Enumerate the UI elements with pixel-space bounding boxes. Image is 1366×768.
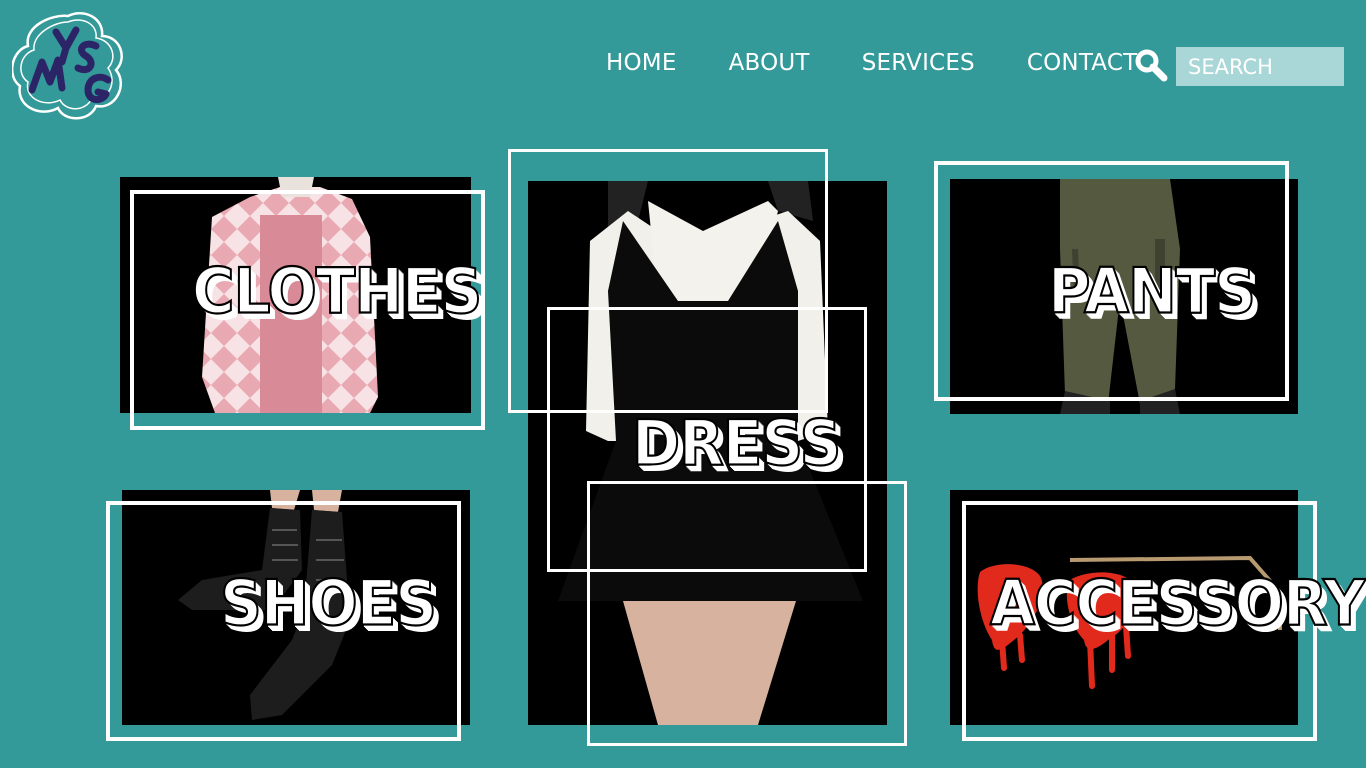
category-label-accessory: ACCESSORY xyxy=(989,566,1366,640)
search-icon[interactable] xyxy=(1134,48,1168,82)
category-label-clothes: CLOTHES xyxy=(191,254,483,328)
nav-home-link[interactable]: HOME xyxy=(606,50,677,76)
category-label-dress: DRESS xyxy=(631,406,842,480)
nav-services-link[interactable]: SERVICES xyxy=(862,50,975,76)
search-input[interactable] xyxy=(1176,47,1344,86)
nav-contact-link[interactable]: CONTACT xyxy=(1027,50,1137,76)
main-nav: HOME ABOUT SERVICES CONTACT xyxy=(606,50,1137,76)
category-label-shoes: SHOES xyxy=(219,566,438,640)
nav-about-link[interactable]: ABOUT xyxy=(729,50,810,76)
category-label-pants: PANTS xyxy=(1047,254,1257,328)
brand-logo[interactable] xyxy=(10,10,124,120)
